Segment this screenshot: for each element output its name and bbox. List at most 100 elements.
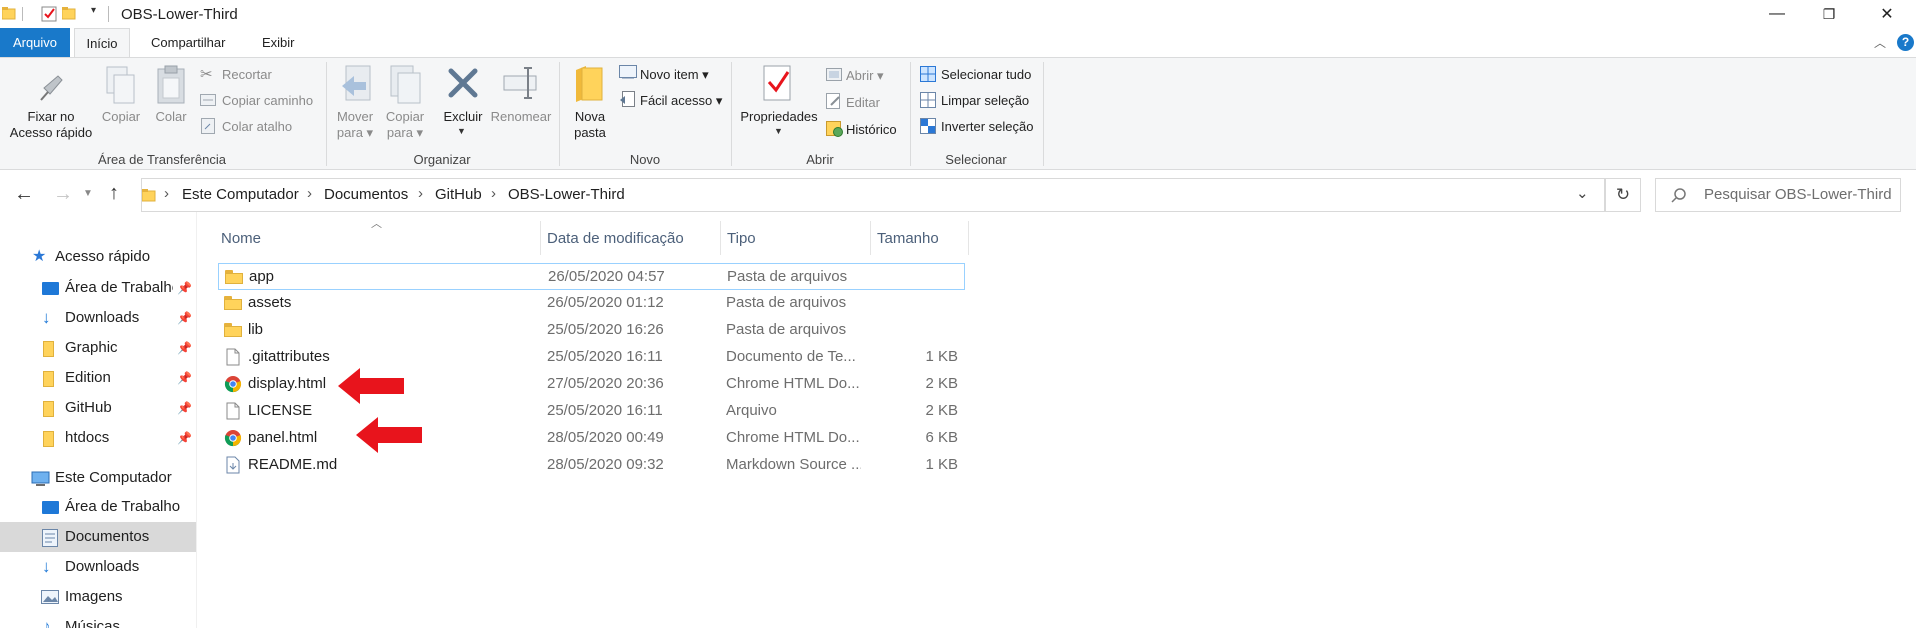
rename-button[interactable]: Renomear [488, 109, 554, 125]
properties-quick-icon[interactable] [41, 6, 57, 22]
pin-icon: 📌 [177, 371, 192, 385]
nav-this-pc[interactable]: Este Computador [28, 463, 196, 493]
breadcrumb-github[interactable]: GitHub [435, 186, 482, 203]
chrome-icon [224, 430, 242, 447]
refresh-button[interactable]: ↻ [1605, 178, 1641, 212]
tab-compartilhar[interactable]: Compartilhar [139, 28, 237, 57]
back-button[interactable]: ← [14, 183, 34, 206]
properties-icon [763, 65, 791, 101]
minimize-button[interactable]: — [1748, 0, 1806, 28]
history-button[interactable]: Histórico [846, 122, 897, 138]
easy-access-button[interactable]: Fácil acesso ▾ [640, 93, 722, 109]
copy-path-button[interactable]: Copiar caminho [222, 93, 313, 109]
address-dropdown-button[interactable]: ⌄ [1576, 184, 1589, 202]
nav-item-graphic[interactable]: Graphic 📌 [38, 333, 196, 363]
desktop-icon [42, 282, 59, 295]
file-row-assets[interactable]: assets 26/05/2020 01:12 Pasta de arquivo… [218, 290, 965, 317]
invert-selection-button[interactable]: Inverter seleção [941, 119, 1034, 135]
new-item-button[interactable]: Novo item ▾ [640, 67, 709, 83]
download-arrow-icon: ↓ [42, 308, 51, 327]
nav-pc-downloads[interactable]: ↓ Downloads [38, 552, 196, 582]
delete-button[interactable]: Excluir [439, 109, 487, 125]
cut-button[interactable]: Recortar [222, 67, 272, 83]
desktop-icon [42, 501, 59, 514]
nav-pc-imagens[interactable]: Imagens [38, 582, 196, 612]
column-header-date[interactable]: Data de modificação [547, 227, 684, 251]
red-arrow-icon [356, 417, 422, 453]
breadcrumb-obs-lower-third[interactable]: OBS-Lower-Third [508, 186, 625, 203]
folder-icon [43, 341, 54, 357]
select-all-icon [920, 66, 936, 82]
tab-exibir[interactable]: Exibir [250, 28, 307, 57]
customize-toolbar-icon[interactable]: ▾ [91, 5, 96, 16]
back-arrow-icon: ← [14, 183, 34, 205]
group-separator [559, 62, 560, 166]
column-header-type[interactable]: Tipo [727, 227, 756, 251]
column-divider[interactable] [870, 221, 871, 255]
folder-icon [43, 401, 54, 417]
edit-button[interactable]: Editar [846, 95, 880, 111]
file-row-display-html[interactable]: display.html 27/05/2020 20:36 Chrome HTM… [218, 371, 965, 398]
easy-access-icon [620, 91, 635, 107]
restore-button[interactable]: ❐ [1800, 0, 1858, 28]
tab-arquivo[interactable]: Arquivo [0, 28, 70, 57]
nav-item-github[interactable]: GitHub 📌 [38, 393, 196, 423]
file-row-license[interactable]: LICENSE 25/05/2020 16:11 Arquivo 2 KB [218, 398, 965, 425]
divider [108, 6, 109, 22]
column-divider[interactable] [540, 221, 541, 255]
divider [22, 7, 23, 21]
new-item-icon [619, 65, 637, 79]
up-button[interactable]: ↑ [109, 182, 119, 205]
nav-item-downloads[interactable]: ↓ Downloads 📌 [38, 303, 196, 333]
nav-item-area-de-trabalho[interactable]: Área de Trabalho 📌 [38, 273, 196, 303]
file-row-panel-html[interactable]: panel.html 28/05/2020 00:49 Chrome HTML … [218, 425, 965, 452]
pin-icon: 📌 [177, 341, 192, 355]
nav-item-htdocs[interactable]: htdocs 📌 [38, 423, 196, 453]
copy-to-button[interactable]: Copiar para ▾ [381, 109, 429, 141]
new-folder-button[interactable]: Nova pasta [564, 109, 616, 141]
close-button[interactable]: ✕ [1858, 0, 1916, 28]
column-header-size[interactable]: Tamanho [877, 227, 939, 251]
breadcrumb-documentos[interactable]: Documentos [324, 186, 408, 203]
title-bar [0, 0, 1916, 28]
pin-quick-access-button[interactable]: Fixar no Acesso rápido [4, 109, 98, 141]
breadcrumb-separator-icon: › [418, 185, 423, 202]
open-button[interactable]: Abrir ▾ [846, 68, 884, 84]
paste-shortcut-button[interactable]: Colar atalho [222, 119, 292, 135]
file-row-lib[interactable]: lib 25/05/2020 16:26 Pasta de arquivos [218, 317, 965, 344]
file-row-readme-md[interactable]: README.md 28/05/2020 09:32 Markdown Sour… [218, 452, 965, 479]
new-folder-quick-icon[interactable] [62, 6, 76, 20]
nav-quick-access[interactable]: ★ Acesso rápido [28, 242, 196, 272]
nav-pc-documentos[interactable]: Documentos [0, 522, 196, 552]
breadcrumb-este-computador[interactable]: Este Computador [182, 186, 299, 203]
file-row-app[interactable]: app 26/05/2020 04:57 Pasta de arquivos [218, 263, 965, 290]
column-divider[interactable] [720, 221, 721, 255]
collapse-ribbon-icon[interactable]: ︿ [1874, 34, 1886, 51]
star-icon: ★ [32, 248, 47, 265]
chevron-down-icon: ▼ [83, 188, 93, 199]
nav-pc-area-de-trabalho[interactable]: Área de Trabalho [38, 492, 196, 522]
properties-button[interactable]: Propriedades [736, 109, 822, 125]
file-row-gitattributes[interactable]: .gitattributes 25/05/2020 16:11 Document… [218, 344, 965, 371]
scissors-icon: ✂ [200, 66, 213, 83]
tab-inicio[interactable]: Início [74, 28, 130, 57]
group-label-open: Abrir [806, 152, 834, 167]
minimize-icon: — [1769, 5, 1785, 22]
select-none-button[interactable]: Limpar seleção [941, 93, 1029, 109]
column-header-name[interactable]: Nome [221, 227, 261, 251]
move-to-button[interactable]: Mover para ▾ [331, 109, 379, 141]
nav-pc-musicas[interactable]: ♪ Músicas [38, 612, 196, 628]
paste-button[interactable]: Colar [150, 109, 192, 125]
chrome-icon [224, 376, 242, 393]
recent-locations-button[interactable]: ▼ [83, 188, 93, 199]
folder-icon [224, 294, 242, 312]
select-all-button[interactable]: Selecionar tudo [941, 67, 1031, 83]
nav-item-edition[interactable]: Edition 📌 [38, 363, 196, 393]
group-label-organize: Organizar [413, 152, 471, 167]
copy-button[interactable]: Copiar [100, 109, 142, 125]
help-icon[interactable]: ? [1897, 34, 1914, 51]
forward-button[interactable]: → [53, 183, 73, 206]
documents-icon [42, 529, 58, 547]
column-divider[interactable] [968, 221, 969, 255]
chevron-down-icon: ⌄ [1576, 185, 1589, 202]
